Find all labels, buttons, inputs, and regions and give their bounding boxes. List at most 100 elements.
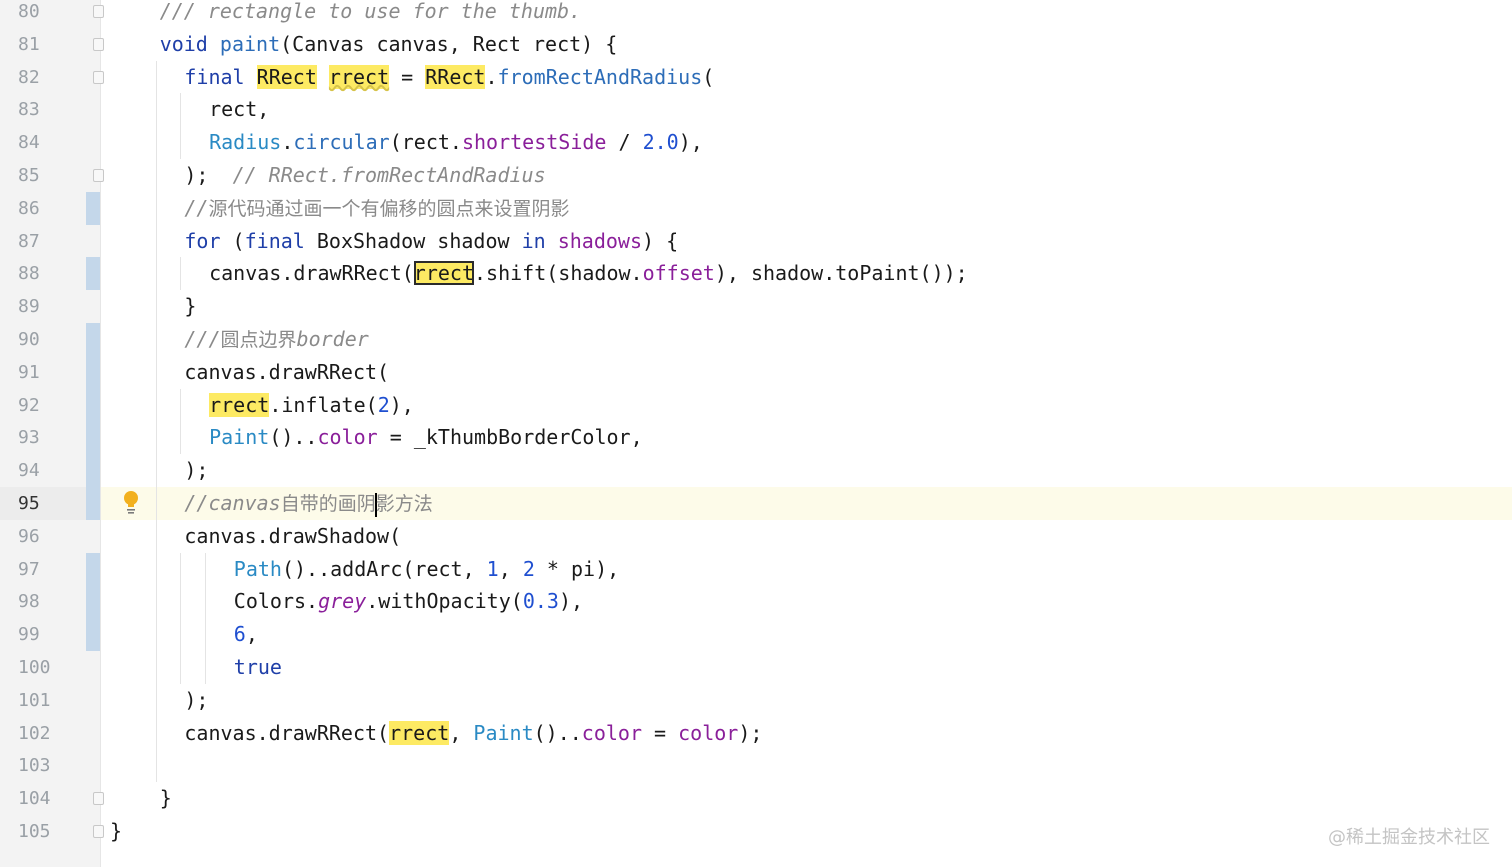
code-line-area[interactable]: ///圆点边界border xyxy=(101,323,1512,356)
vcs-change-marker[interactable] xyxy=(86,454,100,488)
code-text[interactable]: } xyxy=(110,815,122,848)
line-number[interactable]: 93 xyxy=(0,421,100,454)
line-number[interactable]: 89 xyxy=(0,290,100,323)
line-number[interactable]: 105 xyxy=(0,815,100,848)
line-number[interactable]: 97 xyxy=(0,553,100,586)
code-text[interactable]: canvas.drawShadow( xyxy=(184,520,401,553)
code-text[interactable]: canvas.drawRRect( xyxy=(184,356,389,389)
line-number[interactable]: 95 xyxy=(0,487,100,520)
code-line-area[interactable]: Paint()..color = _kThumbBorderColor, xyxy=(101,421,1512,455)
code-line-area[interactable]: 6, xyxy=(101,618,1512,652)
code-line-area[interactable]: ); xyxy=(101,683,1512,717)
vcs-change-marker[interactable] xyxy=(86,191,100,225)
code-line[interactable]: Paint()..color = _kThumbBorderColor, 93 xyxy=(0,421,1512,455)
code-text[interactable]: Colors.grey.withOpacity(0.3), xyxy=(234,585,583,618)
code-line-area[interactable]: rect, xyxy=(101,93,1512,127)
code-line-area[interactable]: void paint(Canvas canvas, Rect rect) { xyxy=(101,28,1512,61)
code-line[interactable]: } 104 xyxy=(0,782,1512,815)
code-text[interactable]: true xyxy=(234,651,282,684)
code-line-area[interactable]: } xyxy=(101,782,1512,815)
line-number[interactable]: 100 xyxy=(0,651,100,684)
code-line[interactable]: rect, 83 xyxy=(0,93,1512,127)
code-line[interactable]: 6, 99 xyxy=(0,618,1512,652)
code-line-area[interactable]: ); // RRect.fromRectAndRadius xyxy=(101,159,1512,192)
line-number[interactable]: 92 xyxy=(0,389,100,422)
code-line[interactable]: canvas.drawRRect(rrect, Paint()..color =… xyxy=(0,716,1512,750)
code-line-area[interactable]: Path()..addArc(rect, 1, 2 * pi), xyxy=(101,552,1512,586)
vcs-change-marker[interactable] xyxy=(86,585,100,619)
line-number[interactable]: 90 xyxy=(0,323,100,356)
code-text[interactable]: ///圆点边界border xyxy=(184,323,368,356)
code-line[interactable]: ); 101 xyxy=(0,683,1512,717)
code-line[interactable]: canvas.drawShadow( 96 xyxy=(0,519,1512,553)
code-line-area[interactable]: ); xyxy=(101,454,1512,488)
code-text[interactable]: //源代码通过画一个有偏移的圆点来设置阴影 xyxy=(184,192,569,225)
code-line-area[interactable]: rrect.inflate(2), xyxy=(101,388,1512,422)
line-number[interactable]: 94 xyxy=(0,454,100,487)
code-line-area[interactable]: true xyxy=(101,651,1512,684)
line-number[interactable]: 87 xyxy=(0,225,100,258)
code-line[interactable]: } 105 xyxy=(0,815,1512,848)
code-line-area[interactable]: canvas.drawRRect(rrect, Paint()..color =… xyxy=(101,716,1512,750)
code-line-area[interactable]: Colors.grey.withOpacity(0.3), xyxy=(101,585,1512,619)
line-number[interactable]: 82 xyxy=(0,61,100,94)
code-editor[interactable]: /// rectangle to use for the thumb. 80 voi… xyxy=(0,0,1512,867)
code-text[interactable]: ); xyxy=(184,684,208,717)
code-line[interactable]: //源代码通过画一个有偏移的圆点来设置阴影 86 xyxy=(0,191,1512,225)
code-line-area[interactable]: canvas.drawRRect( xyxy=(101,355,1512,389)
fold-marker-icon[interactable] xyxy=(93,169,104,182)
line-number[interactable]: 104 xyxy=(0,782,100,815)
code-line[interactable]: } 89 xyxy=(0,290,1512,324)
fold-marker-icon[interactable] xyxy=(93,70,104,84)
code-line-area[interactable]: //canvas自带的画阴影方法 xyxy=(101,487,1512,520)
code-line[interactable]: 103 xyxy=(0,749,1512,783)
code-text[interactable]: /// rectangle to use for the thumb. xyxy=(160,0,581,28)
code-text[interactable]: for (final BoxShadow shadow in shadows) … xyxy=(184,225,678,258)
code-text[interactable]: final RRect rrect = RRect.fromRectAndRad… xyxy=(184,61,714,94)
code-line-area[interactable]: canvas.drawRRect(rrect.shift(shadow.offs… xyxy=(101,257,1512,291)
code-text[interactable]: Path()..addArc(rect, 1, 2 * pi), xyxy=(234,553,619,586)
code-line[interactable]: Path()..addArc(rect, 1, 2 * pi), 97 xyxy=(0,552,1512,586)
code-line[interactable]: void paint(Canvas canvas, Rect rect) {81 xyxy=(0,28,1512,61)
code-text[interactable]: Paint()..color = _kThumbBorderColor, xyxy=(209,421,643,454)
code-line-area[interactable]: //源代码通过画一个有偏移的圆点来设置阴影 xyxy=(101,191,1512,225)
code-text[interactable]: 6, xyxy=(234,618,258,651)
line-number[interactable]: 85 xyxy=(0,159,100,192)
vcs-change-marker[interactable] xyxy=(86,257,100,291)
code-line[interactable]: for (final BoxShadow shadow in shadows) … xyxy=(0,224,1512,258)
line-number[interactable]: 86 xyxy=(0,192,100,225)
code-line[interactable]: ///圆点边界border 90 xyxy=(0,323,1512,356)
fold-marker-icon[interactable] xyxy=(93,825,104,838)
code-text[interactable]: rrect.inflate(2), xyxy=(209,389,414,422)
fold-marker-icon[interactable] xyxy=(93,792,104,806)
code-line-area[interactable]: } xyxy=(101,815,1512,848)
line-number[interactable]: 102 xyxy=(0,717,100,750)
code-text[interactable]: ); // RRect.fromRectAndRadius xyxy=(184,159,545,192)
line-number[interactable]: 96 xyxy=(0,520,100,553)
code-text[interactable]: } xyxy=(184,290,196,323)
line-number[interactable]: 101 xyxy=(0,684,100,717)
code-line-area[interactable]: Radius.circular(rect.shortestSide / 2.0)… xyxy=(101,126,1512,160)
fold-marker-icon[interactable] xyxy=(93,5,104,18)
code-text[interactable]: rect, xyxy=(209,93,269,126)
code-line[interactable]: Radius.circular(rect.shortestSide / 2.0)… xyxy=(0,126,1512,160)
line-number[interactable]: 80 xyxy=(0,0,100,28)
line-number[interactable]: 98 xyxy=(0,585,100,618)
line-number[interactable]: 91 xyxy=(0,356,100,389)
vcs-change-marker[interactable] xyxy=(86,388,100,422)
code-line-area[interactable]: final RRect rrect = RRect.fromRectAndRad… xyxy=(101,60,1512,94)
code-line[interactable]: ); // RRect.fromRectAndRadius 85 xyxy=(0,159,1512,192)
vcs-change-marker[interactable] xyxy=(86,552,100,586)
line-number[interactable]: 88 xyxy=(0,257,100,290)
vcs-change-marker[interactable] xyxy=(86,355,100,389)
lightbulb-icon[interactable] xyxy=(123,490,139,516)
code-line[interactable]: true 100 xyxy=(0,651,1512,684)
line-number[interactable]: 103 xyxy=(0,749,100,782)
code-text[interactable]: canvas.drawRRect(rrect, Paint()..color =… xyxy=(184,717,762,750)
code-line[interactable]: final RRect rrect = RRect.fromRectAndRad… xyxy=(0,60,1512,94)
vcs-change-marker[interactable] xyxy=(86,323,100,356)
code-text[interactable]: } xyxy=(160,782,172,815)
line-number[interactable]: 81 xyxy=(0,28,100,61)
fold-marker-icon[interactable] xyxy=(93,37,104,51)
code-line-area[interactable]: for (final BoxShadow shadow in shadows) … xyxy=(101,224,1512,258)
